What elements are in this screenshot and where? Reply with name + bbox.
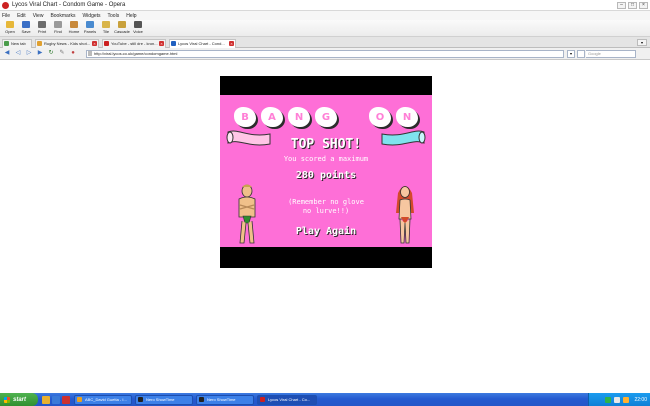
tab-close-icon[interactable]: × (92, 41, 97, 46)
cascade-button[interactable]: Cascade (114, 20, 130, 34)
tile-icon (102, 21, 110, 28)
bang-on-title: B A N G O N (236, 109, 416, 125)
system-tray: 22:00 (588, 393, 650, 406)
voice-icon (134, 21, 142, 28)
start-button[interactable]: start (0, 393, 38, 406)
task-app-icon (77, 396, 82, 402)
tab-close-icon[interactable]: × (229, 41, 234, 46)
url-dropdown-icon[interactable]: ▾ (567, 50, 575, 58)
task-app-icon (138, 396, 143, 402)
quick-launch-folder-icon[interactable] (42, 395, 50, 404)
stop-icon[interactable]: ● (69, 50, 77, 57)
taskbar-item[interactable]: Lycos Viral Chart - Co... (257, 394, 317, 405)
bang-letter: O (371, 109, 389, 125)
print-icon (38, 21, 46, 28)
home-icon (70, 21, 78, 28)
bang-letter: B (236, 109, 254, 125)
open-button[interactable]: Open (2, 20, 18, 34)
bang-letter: A (263, 109, 281, 125)
woman-character-icon (396, 186, 414, 244)
menu-help[interactable]: Help (126, 13, 136, 19)
bang-letter: G (317, 109, 335, 125)
bang-letter-space (344, 109, 362, 125)
menu-file[interactable]: File (2, 13, 10, 19)
save-icon (22, 21, 30, 28)
taskbar-item[interactable]: Nero ShowTime (135, 394, 193, 405)
edit-icon[interactable]: ✎ (58, 50, 66, 57)
windows-taskbar: start ABC_David Guetta - I... Nero ShowT… (0, 393, 650, 406)
print-button[interactable]: Print (34, 20, 50, 34)
search-input[interactable]: Google (586, 50, 636, 58)
forward-arrow-icon[interactable]: ▷ (25, 50, 33, 57)
panels-button[interactable]: Panels (82, 20, 98, 34)
rewind-icon[interactable]: ◁ (14, 50, 22, 57)
tab-close-icon[interactable]: × (159, 41, 164, 46)
menu-bookmarks[interactable]: Bookmarks (50, 13, 75, 19)
game-screen: B A N G O N TOP SHOT! You scored a maxim… (220, 95, 432, 247)
menu-view[interactable]: View (33, 13, 44, 19)
tray-security-icon[interactable] (623, 396, 630, 403)
search-engine-icon[interactable] (577, 50, 585, 58)
task-app-icon (199, 396, 204, 402)
find-icon (54, 21, 62, 28)
man-character-icon (238, 184, 256, 244)
tab-favicon-icon (104, 41, 109, 46)
taskbar-clock: 22:00 (634, 396, 647, 403)
menu-edit[interactable]: Edit (17, 13, 26, 19)
tab-rugby-news[interactable]: Rugby News - Kids shot... × (35, 39, 99, 48)
window-title-bar: Lycos Viral Chart - Condom Game - Opera … (0, 0, 650, 11)
tab-favicon-icon (171, 41, 176, 46)
score-points: 280 points (295, 170, 357, 181)
score-caption: You scored a maximum (283, 155, 369, 163)
tab-bar: New tab Rugby News - Kids shot... × YouT… (0, 37, 650, 48)
maximize-button[interactable]: □ (628, 2, 637, 9)
folder-icon (6, 21, 14, 28)
tray-network-icon[interactable] (605, 396, 612, 403)
address-bar: ◀ ◁ ▷ ▶ ↻ ✎ ● http://viral.lycos.co.uk/g… (0, 48, 650, 60)
tab-lycos-viral-chart[interactable]: Lycos Viral Chart - Cond... × (169, 39, 236, 48)
menu-bar: File Edit View Bookmarks Widgets Tools H… (0, 11, 650, 20)
voice-button[interactable]: Voice (130, 20, 146, 34)
tab-menu-button[interactable]: ▾ (637, 39, 647, 46)
panels-icon (86, 21, 94, 28)
opera-logo-icon (2, 1, 9, 9)
fast-forward-icon[interactable]: ▶ (36, 50, 44, 57)
window-controls: – □ × (617, 2, 648, 9)
find-button[interactable]: Find (50, 20, 66, 34)
windows-logo-icon (4, 396, 10, 403)
window-title: Lycos Viral Chart - Condom Game - Opera (12, 2, 126, 8)
taskbar-item[interactable]: Nero ShowTime (196, 394, 254, 405)
home-button[interactable]: Home (66, 20, 82, 34)
menu-widgets[interactable]: Widgets (82, 13, 100, 19)
tray-volume-icon[interactable] (614, 396, 621, 403)
minimize-button[interactable]: – (617, 2, 626, 9)
quick-launch (42, 395, 70, 404)
tab-favicon-icon (37, 41, 42, 46)
task-app-icon (260, 396, 265, 402)
page-content: B A N G O N TOP SHOT! You scored a maxim… (0, 60, 650, 393)
taskbar-item[interactable]: ABC_David Guetta - I... (74, 394, 132, 405)
menu-tools[interactable]: Tools (108, 13, 120, 19)
tab-youtube[interactable]: YouTube - still dre - kron... × (102, 39, 166, 48)
top-shot-headline: TOP SHOT! (290, 137, 362, 152)
bang-letter: N (398, 109, 416, 125)
bang-letter: N (290, 109, 308, 125)
url-input[interactable]: http://viral.lycos.co.uk/game/condomgame… (86, 50, 564, 58)
quick-launch-opera-icon[interactable] (62, 395, 70, 404)
page-icon (88, 51, 92, 56)
main-toolbar: Open Save Print Find Home Panels Tile Ca… (0, 20, 650, 37)
quick-launch-browser-icon[interactable] (52, 395, 60, 404)
tab-new-tab[interactable]: New tab (2, 39, 32, 48)
save-button[interactable]: Save (18, 20, 34, 34)
flash-game[interactable]: B A N G O N TOP SHOT! You scored a maxim… (220, 76, 432, 268)
tab-favicon-icon (4, 41, 9, 46)
back-arrow-icon[interactable]: ◀ (3, 50, 11, 57)
tile-button[interactable]: Tile (98, 20, 114, 34)
reload-icon[interactable]: ↻ (47, 50, 55, 57)
close-button[interactable]: × (639, 2, 648, 9)
cascade-icon (118, 21, 126, 28)
